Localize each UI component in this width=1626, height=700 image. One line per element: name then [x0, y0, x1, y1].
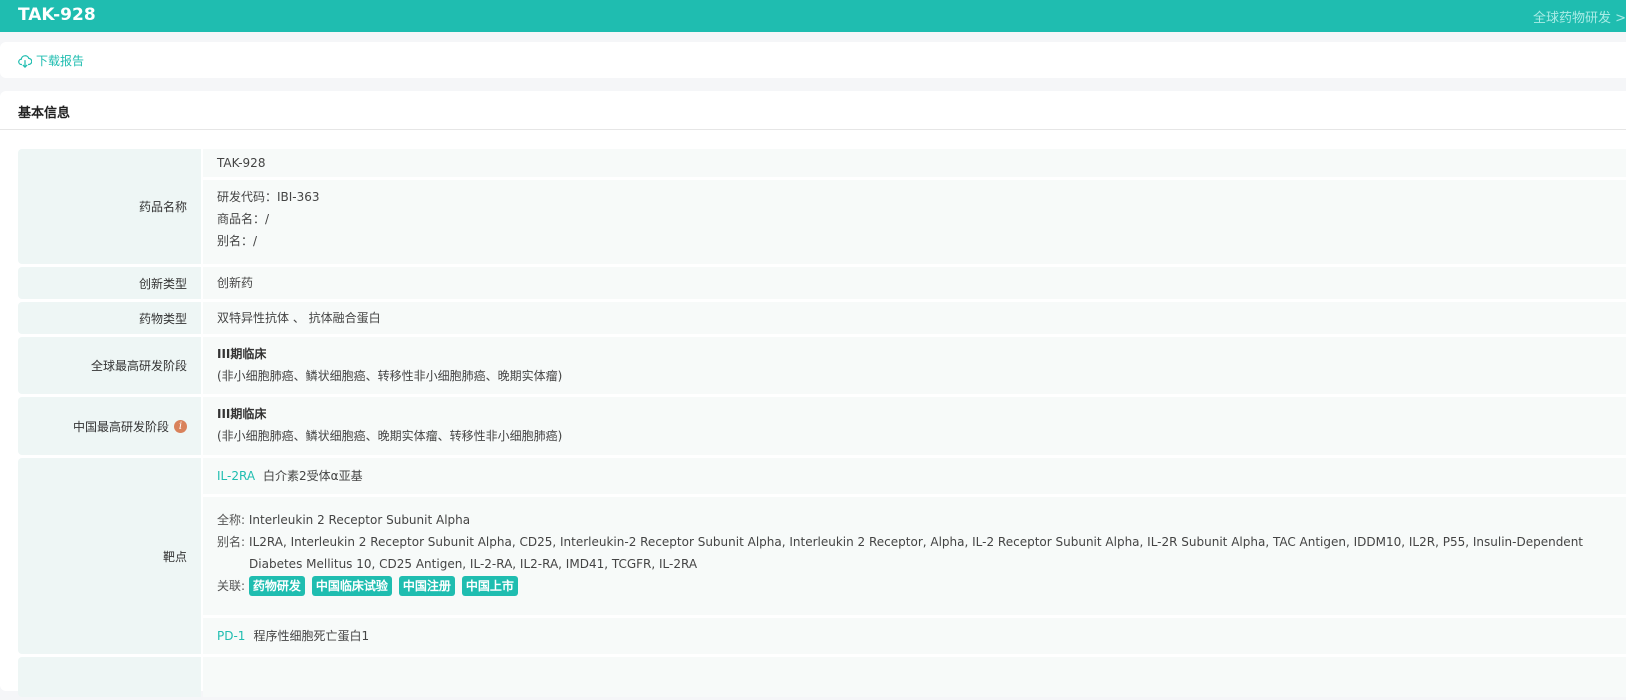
row-drug-name: 药品名称 TAK-928 研发代码：IBI-363 商品名：/ 别名：/ — [18, 149, 1626, 264]
row-drug-type: 药物类型 双特异性抗体 、 抗体融合蛋白 — [18, 302, 1626, 334]
target-code-link[interactable]: IL-2RA — [217, 469, 255, 483]
tag-china-registration[interactable]: 中国注册 — [398, 576, 455, 596]
row-target: 靶点 IL-2RA 白介素2受体α亚基 全称: Interleukin 2 Rec… — [18, 458, 1626, 654]
divider — [0, 129, 1626, 130]
toolbar-card: 下载报告 — [0, 42, 1626, 78]
row-label: 药物类型 — [18, 302, 201, 334]
info-icon[interactable]: i — [174, 419, 187, 433]
global-stage-value: III期临床 — [217, 347, 267, 361]
row-label: 全球最高研发阶段 — [18, 337, 201, 394]
rd-code: 研发代码：IBI-363 — [217, 190, 320, 204]
full-name-label: 全称: — [217, 513, 246, 527]
alias-value: IL2RA, Interleukin 2 Receptor Subunit Al… — [249, 535, 1583, 571]
row-label: 药品名称 — [18, 149, 201, 264]
row-innovation-type: 创新类型 创新药 — [18, 267, 1626, 299]
top-bar: TAK-928 全球药物研发 > — [0, 0, 1626, 32]
full-name-value: Interleukin 2 Receptor Subunit Alpha — [248, 513, 471, 527]
cloud-download-icon — [18, 54, 32, 68]
basic-info-card: 基本信息 药品名称 TAK-928 研发代码：IBI-363 商品名：/ 别名：… — [0, 91, 1626, 697]
row-next — [18, 657, 1626, 697]
drug-title: TAK-928 — [18, 5, 96, 25]
download-report-label: 下载报告 — [36, 54, 85, 68]
china-indications: (非小细胞肺癌、鳞状细胞癌、晚期实体瘤、转移性非小细胞肺癌) — [217, 429, 563, 443]
china-stage-value: III期临床 — [217, 407, 267, 421]
global-drug-rd-link[interactable]: 全球药物研发 > — [1533, 7, 1626, 26]
tag-china-market[interactable]: 中国上市 — [461, 576, 518, 596]
row-label: 创新类型 — [18, 267, 201, 299]
drug-type-value: 双特异性抗体 、 抗体融合蛋白 — [203, 302, 1626, 334]
target-code-link[interactable]: PD-1 — [217, 629, 245, 643]
global-indications: (非小细胞肺癌、鳞状细胞癌、转移性非小细胞肺癌、晚期实体瘤) — [217, 369, 563, 383]
alias-label: 别名: — [217, 535, 246, 549]
section-title: 基本信息 — [18, 106, 71, 121]
info-table: 药品名称 TAK-928 研发代码：IBI-363 商品名：/ 别名：/ 创新类… — [18, 149, 1626, 700]
drug-name-value: TAK-928 — [203, 149, 1626, 177]
target-name: 白介素2受体α亚基 — [263, 469, 363, 483]
row-china-stage: 中国最高研发阶段 i III期临床 (非小细胞肺癌、鳞状细胞癌、晚期实体瘤、转移性… — [18, 397, 1626, 455]
row-label: 靶点 — [18, 458, 201, 654]
target-name: 程序性细胞死亡蛋白1 — [253, 629, 370, 643]
related-label: 关联: — [217, 579, 246, 593]
innovation-type-value: 创新药 — [203, 267, 1626, 299]
row-global-stage: 全球最高研发阶段 III期临床 (非小细胞肺癌、鳞状细胞癌、转移性非小细胞肺癌、… — [18, 337, 1626, 394]
alias-name: 别名：/ — [217, 234, 258, 248]
row-label: 中国最高研发阶段 — [72, 419, 169, 434]
tag-china-trials[interactable]: 中国临床试验 — [311, 576, 392, 596]
tag-drug-rd[interactable]: 药物研发 — [248, 576, 305, 596]
download-report-button[interactable]: 下载报告 — [18, 52, 84, 69]
trade-name: 商品名：/ — [217, 212, 270, 226]
